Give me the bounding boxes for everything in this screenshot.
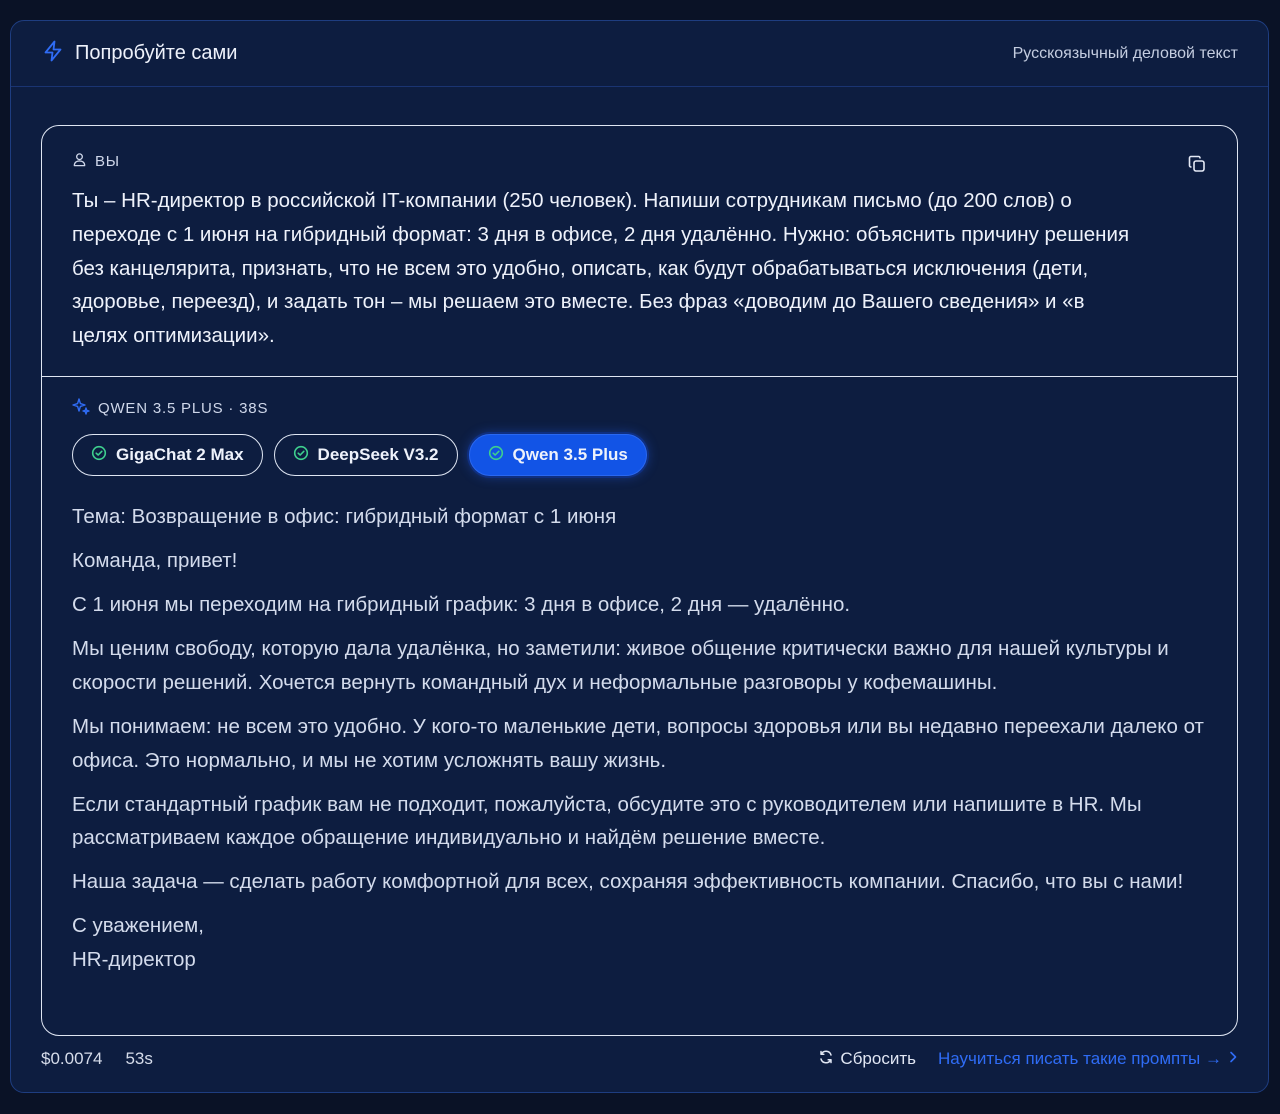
- user-icon: [72, 152, 87, 171]
- response-paragraph: Если стандартный график вам не подходит,…: [72, 792, 1142, 850]
- panel-subtitle: Русскоязычный деловой текст: [1012, 44, 1238, 62]
- response-paragraph: Тема: Возвращение в офис: гибридный форм…: [72, 505, 617, 528]
- assistant-model-label: QWEN 3.5 PLUS · 38S: [98, 399, 269, 417]
- lightning-icon: [43, 40, 63, 67]
- reset-button[interactable]: Сбросить: [818, 1049, 916, 1070]
- copy-button[interactable]: [1185, 154, 1209, 178]
- refresh-icon: [818, 1049, 834, 1070]
- user-role-row: ВЫ: [72, 152, 120, 171]
- check-circle-icon: [91, 445, 107, 466]
- user-prompt-text: Ты – HR-директор в российской IT-компани…: [72, 189, 1130, 348]
- check-circle-icon: [293, 445, 309, 466]
- response-paragraph: Команда, привет!: [72, 548, 238, 572]
- reset-label: Сбросить: [840, 1049, 916, 1068]
- check-circle-icon: [488, 445, 504, 466]
- footer-actions: Сбросить Научиться писать такие промпты …: [818, 1049, 1238, 1070]
- tab-deepseek[interactable]: DeepSeek V3.2: [273, 434, 458, 476]
- assistant-role-row: QWEN 3.5 PLUS · 38S: [72, 397, 268, 419]
- panel-footer: $0.0074 53s Сбросить Научиться писать та…: [41, 1047, 1238, 1071]
- tab-label: DeepSeek V3.2: [317, 445, 439, 464]
- tab-qwen[interactable]: Qwen 3.5 Plus: [468, 434, 647, 476]
- panel-title: Попробуйте сами: [75, 42, 238, 64]
- tab-label: Qwen 3.5 Plus: [512, 445, 628, 464]
- closing-line: С уважением,: [72, 914, 204, 938]
- chat-box: ВЫ Ты – HR-директор в российской IT-комп…: [41, 125, 1238, 1036]
- user-message: ВЫ Ты – HR-директор в российской IT-комп…: [42, 126, 1237, 377]
- learn-link-label: Научиться писать такие промпты →: [937, 1049, 1222, 1068]
- model-tabs: GigaChat 2 Max DeepSeek V3.2 Qwen 3.5 Pl…: [72, 434, 647, 476]
- footer-stats: $0.0074 53s: [41, 1049, 153, 1069]
- time-value: 53s: [125, 1049, 153, 1068]
- sparkles-icon: [72, 397, 90, 419]
- panel-header: Попробуйте сами Русскоязычный деловой те…: [11, 21, 1268, 87]
- closing-signature: HR-директор: [72, 948, 196, 972]
- copy-icon: [1188, 155, 1206, 178]
- user-role-label: ВЫ: [95, 153, 120, 170]
- response-closing: С уважением, HR-директор: [72, 909, 1222, 977]
- cost-value: $0.0074: [41, 1049, 103, 1068]
- try-it-panel: Попробуйте сами Русскоязычный деловой те…: [10, 20, 1269, 1093]
- chevron-right-icon: [1228, 1049, 1238, 1069]
- response-paragraph: С 1 июня мы переходим на гибридный графи…: [72, 592, 851, 616]
- tab-gigachat[interactable]: GigaChat 2 Max: [72, 434, 263, 476]
- learn-prompts-link[interactable]: Научиться писать такие промпты →: [938, 1049, 1238, 1069]
- header-left: Попробуйте сами: [43, 40, 237, 67]
- response-paragraph: Наша задача — сделать работу комфортной …: [72, 870, 1184, 894]
- tab-label: GigaChat 2 Max: [116, 445, 244, 464]
- assistant-response: Тема: Возвращение в офис: гибридный форм…: [72, 500, 1222, 977]
- response-paragraph: Мы ценим свободу, которую дала удалёнка,…: [72, 636, 1169, 694]
- response-paragraph: Мы понимаем: не всем это удобно. У кого-…: [72, 714, 1204, 772]
